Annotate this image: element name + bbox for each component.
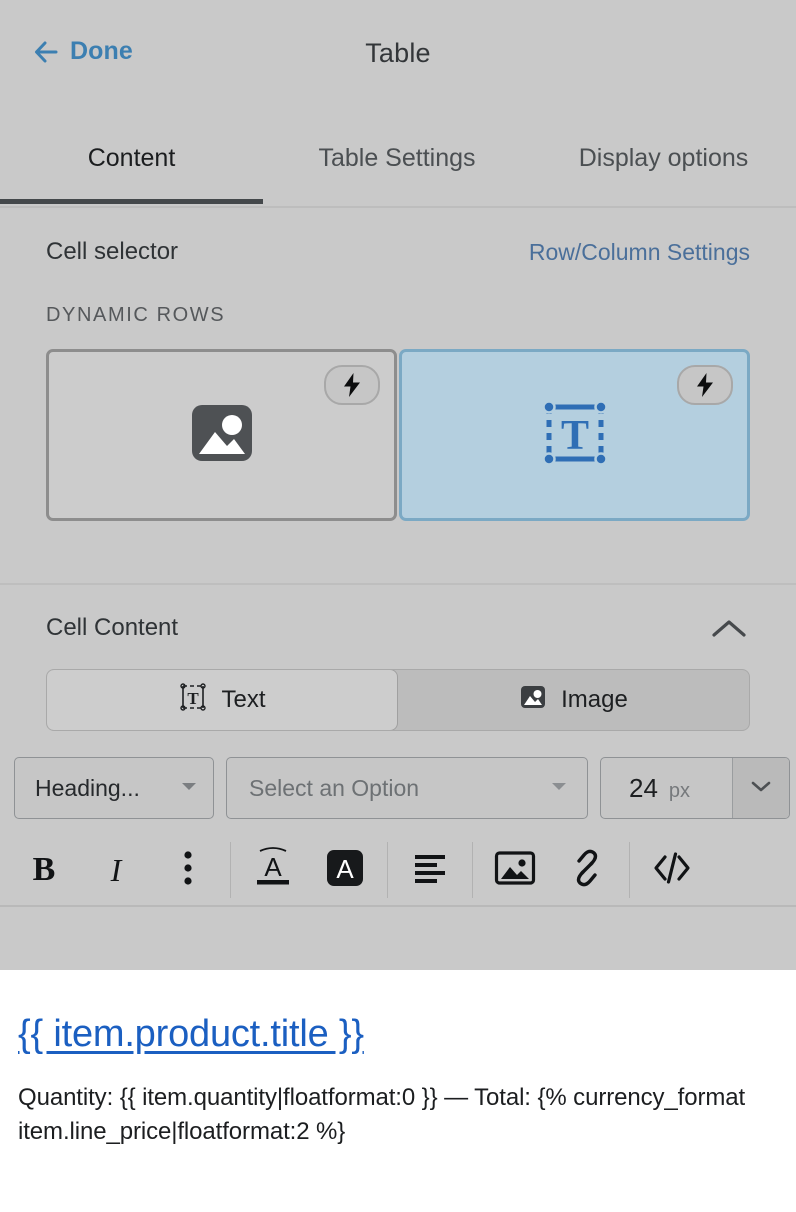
cell-selector-header: Cell selector Row/Column Settings	[0, 208, 796, 266]
align-left-icon	[411, 852, 449, 889]
image-icon	[188, 399, 256, 472]
lightning-bolt-icon[interactable]	[324, 365, 380, 405]
svg-text:T: T	[560, 413, 588, 459]
kebab-menu-icon	[183, 850, 193, 891]
font-size-input[interactable]: 24 px	[601, 773, 732, 804]
editor-heading[interactable]: {{ item.product.title }}	[18, 1012, 778, 1057]
panel-header: Done Table	[0, 0, 796, 112]
highlight-color-button[interactable]: A	[309, 835, 381, 905]
tab-display-options[interactable]: Display options	[531, 112, 796, 204]
font-size-stepper-button[interactable]	[732, 758, 789, 818]
svg-text:A: A	[336, 854, 354, 884]
highlight-color-icon: A	[325, 848, 365, 893]
toolbar-divider	[629, 842, 630, 898]
tab-content[interactable]: Content	[0, 112, 263, 204]
font-family-placeholder: Select an Option	[249, 775, 419, 802]
italic-icon: I	[111, 854, 122, 886]
insert-image-button[interactable]	[479, 835, 551, 905]
code-icon	[651, 850, 693, 891]
bold-button[interactable]: B	[8, 835, 80, 905]
cell-selector-section: Cell selector Row/Column Settings DYNAMI…	[0, 208, 796, 585]
segment-text[interactable]: T Text	[46, 669, 398, 731]
content-editor-area[interactable]: {{ item.product.title }} Quantity: {{ it…	[0, 970, 796, 1212]
more-options-button[interactable]	[152, 835, 224, 905]
font-size-control[interactable]: 24 px	[600, 757, 790, 819]
source-code-button[interactable]	[636, 835, 708, 905]
toolbar-divider	[230, 842, 231, 898]
link-icon	[567, 848, 607, 893]
image-icon	[494, 850, 536, 891]
svg-text:T: T	[188, 689, 200, 708]
page-title: Table	[0, 38, 796, 69]
toolbar-divider	[472, 842, 473, 898]
cell-content-type-toggle: T Text Image	[46, 669, 750, 731]
tab-table-settings[interactable]: Table Settings	[263, 112, 531, 204]
caret-down-icon	[179, 779, 199, 798]
text-color-button[interactable]: A	[237, 835, 309, 905]
segment-image-label: Image	[561, 686, 628, 714]
cell-tile-text[interactable]: T	[399, 349, 750, 521]
text-format-controls: Heading... Select an Option 24 px	[0, 731, 796, 819]
bold-icon: B	[33, 853, 56, 887]
cell-content-title: Cell Content	[46, 614, 178, 642]
dynamic-rows-label: DYNAMIC ROWS	[0, 266, 796, 327]
svg-text:A: A	[264, 852, 282, 882]
chevron-up-icon[interactable]	[706, 613, 752, 643]
cell-content-section: Cell Content T	[0, 585, 796, 970]
align-button[interactable]	[394, 835, 466, 905]
paragraph-style-dropdown[interactable]: Heading...	[14, 757, 214, 819]
insert-link-button[interactable]	[551, 835, 623, 905]
caret-down-icon	[549, 779, 569, 798]
text-box-icon: T	[178, 682, 208, 719]
tab-content-label: Content	[88, 144, 176, 173]
text-color-icon: A	[251, 847, 295, 894]
font-family-dropdown[interactable]: Select an Option	[226, 757, 588, 819]
chevron-down-icon	[749, 778, 773, 799]
segment-image[interactable]: Image	[397, 670, 749, 730]
text-box-icon: T	[537, 395, 613, 476]
segment-text-label: Text	[221, 686, 265, 714]
editor-paragraph[interactable]: Quantity: {{ item.quantity|floatformat:0…	[18, 1081, 778, 1149]
font-size-value: 24	[629, 773, 658, 804]
table-editor-panel: Done Table Content Table Settings Displa…	[0, 0, 796, 1212]
cell-tile-list: T	[0, 327, 796, 521]
font-size-unit: px	[669, 780, 690, 803]
image-icon	[518, 682, 548, 719]
toolbar-bottom-divider	[0, 905, 796, 907]
italic-button[interactable]: I	[80, 835, 152, 905]
lightning-bolt-icon[interactable]	[677, 365, 733, 405]
toolbar-divider	[387, 842, 388, 898]
cell-selector-title: Cell selector	[46, 238, 178, 266]
cell-content-header: Cell Content	[0, 585, 796, 643]
row-column-settings-link[interactable]: Row/Column Settings	[529, 239, 750, 266]
cell-tile-image[interactable]	[46, 349, 397, 521]
tab-table-settings-label: Table Settings	[318, 144, 475, 173]
paragraph-style-value: Heading...	[35, 775, 140, 802]
tab-display-options-label: Display options	[579, 144, 749, 173]
formatting-toolbar: B I A	[0, 819, 796, 905]
tab-bar: Content Table Settings Display options	[0, 112, 796, 208]
